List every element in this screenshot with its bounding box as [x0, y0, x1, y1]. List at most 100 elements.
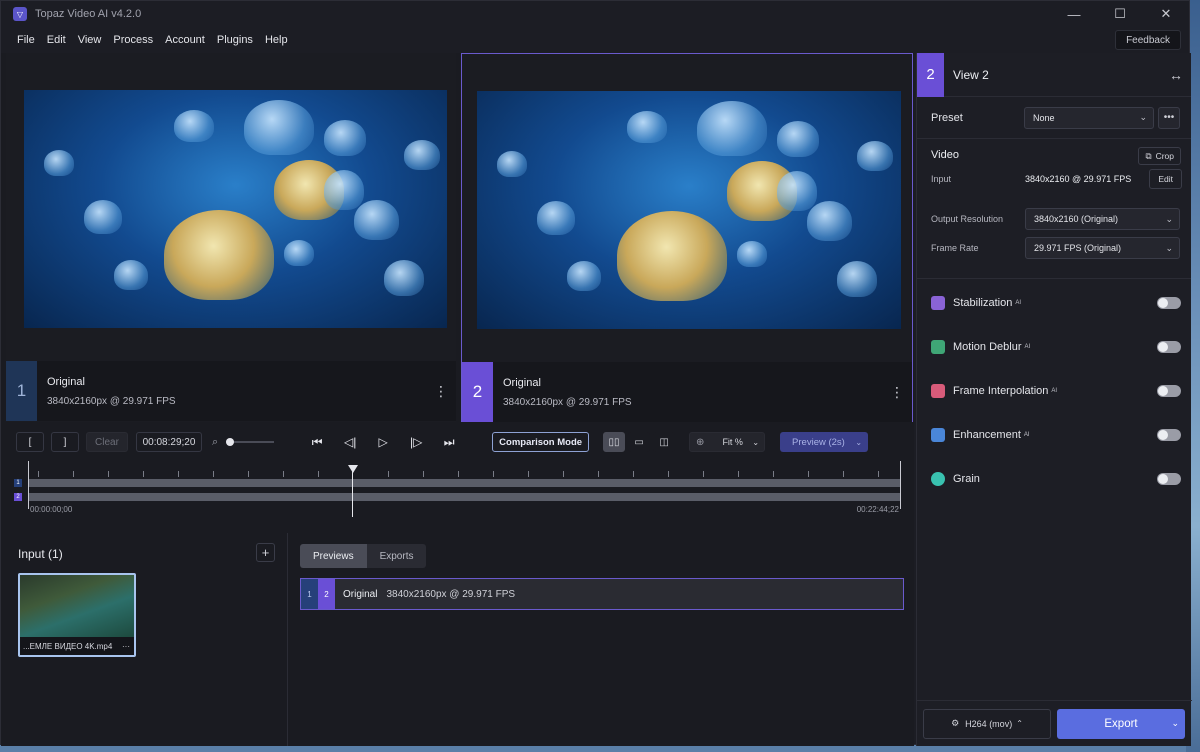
preview-row[interactable]: 1 2 Original 3840x2160px @ 29.971 FPS: [300, 578, 904, 610]
chevron-down-icon: ⌄: [855, 437, 863, 447]
chevron-down-icon: ⌄: [1139, 112, 1147, 122]
grain-toggle[interactable]: [1157, 473, 1181, 485]
thumbnail-image: [20, 575, 134, 637]
tab-exports[interactable]: Exports: [366, 544, 427, 568]
viewer-2[interactable]: 2 Original 3840x2160px @ 29.971 FPS ⋮: [461, 53, 913, 422]
chevron-down-icon: ⌄: [1165, 213, 1173, 224]
app-logo-icon: ▽: [13, 7, 27, 21]
add-input-button[interactable]: +: [256, 543, 275, 562]
timeline-end-marker: [900, 461, 901, 509]
menu-bar: File Edit View Process Account Plugins H…: [1, 27, 1189, 53]
timeline-start-marker: [28, 461, 29, 509]
motion-deblur-toggle[interactable]: [1157, 341, 1181, 353]
menu-process[interactable]: Process: [107, 34, 159, 46]
slider-handle[interactable]: [226, 438, 235, 446]
timeline-track: [28, 471, 901, 487]
ai-badge: AI: [1051, 388, 1058, 394]
feature-grain: Grain: [931, 469, 1181, 489]
view-name-2: Original: [503, 376, 541, 389]
file-more-button[interactable]: ···: [122, 642, 130, 651]
edit-input-button[interactable]: Edit: [1149, 169, 1182, 189]
track-1-label: 1: [14, 479, 22, 487]
output-resolution-dropdown[interactable]: 3840x2160 (Original) ⌄: [1025, 208, 1180, 230]
comparison-mode-button[interactable]: Comparison Mode: [492, 432, 590, 452]
zoom-dropdown[interactable]: ⊕ Fit % ⌄: [689, 432, 766, 452]
enhancement-toggle[interactable]: [1157, 429, 1181, 441]
stabilization-toggle[interactable]: [1157, 297, 1181, 309]
timeline[interactable]: 1 2 00:00:00;00 00:22:44;22: [11, 461, 901, 521]
grain-icon: [931, 472, 945, 486]
frame-interpolation-toggle[interactable]: [1157, 385, 1181, 397]
close-button[interactable]: ✕: [1143, 1, 1189, 27]
chevron-up-icon: ⌃: [1016, 719, 1023, 728]
track-2-label: 2: [14, 493, 22, 501]
mark-out-button[interactable]: ]: [51, 432, 79, 452]
timecode-field[interactable]: 00:08:29;20: [136, 432, 202, 452]
tab-previews[interactable]: Previews: [300, 544, 367, 568]
crop-button[interactable]: ⧉ Crop: [1138, 147, 1181, 165]
preview-meta: 3840x2160px @ 29.971 FPS: [386, 588, 516, 600]
view-name-1: Original: [47, 375, 85, 388]
view-2-menu-icon[interactable]: ⋮: [890, 385, 904, 399]
skip-start-icon[interactable]: ⏮: [304, 435, 330, 450]
motion-deblur-label: Motion Deblur: [953, 341, 1022, 353]
layout-single-icon[interactable]: ▭: [628, 432, 651, 452]
feedback-button[interactable]: Feedback: [1115, 30, 1181, 50]
ai-badge: AI: [1024, 344, 1031, 350]
frame-rate-dropdown[interactable]: 29.971 FPS (Original) ⌄: [1025, 237, 1180, 259]
video-section: Video ⧉ Crop Input 3840x2160 @ 29.971 FP…: [917, 139, 1191, 279]
codec-label: H264 (mov): [965, 718, 1013, 729]
output-resolution-row: Output Resolution 3840x2160 (Original) ⌄: [931, 208, 1182, 230]
frame-rate-label: Frame Rate: [931, 243, 979, 253]
zoom-search-icon: ⌕: [212, 435, 219, 448]
viewer-2-label: 2 Original 3840x2160px @ 29.971 FPS ⋮: [462, 362, 912, 422]
layout-split-icon[interactable]: ◫: [653, 432, 676, 452]
step-back-icon[interactable]: ◁|: [337, 435, 363, 449]
enhancement-icon: [931, 428, 945, 442]
playhead-handle[interactable]: [348, 465, 358, 473]
feature-motion-deblur: Motion Deblur AI: [931, 337, 1181, 357]
chevron-down-icon[interactable]: ⌄: [1171, 718, 1179, 729]
skip-end-icon[interactable]: ⏭: [436, 435, 462, 450]
view-number-badge: 2: [917, 52, 944, 97]
menu-account[interactable]: Account: [159, 34, 211, 46]
menu-edit[interactable]: Edit: [41, 34, 72, 46]
zoom-icon: ⊕: [696, 436, 705, 448]
viewer-1[interactable]: 1 Original 3840x2160px @ 29.971 FPS ⋮: [6, 53, 456, 422]
previews-tabs: Previews Exports: [300, 544, 427, 568]
enhancement-label: Enhancement: [953, 429, 1021, 441]
minimize-button[interactable]: —: [1051, 1, 1097, 27]
input-file-thumbnail[interactable]: ...ЕМЛЕ ВИДЕО 4K.mp4 ···: [18, 573, 136, 657]
preset-row: Preset None ⌄ •••: [917, 97, 1191, 139]
view-title: View 2: [953, 67, 989, 82]
window-title: Topaz Video AI v4.2.0: [35, 8, 142, 20]
maximize-button[interactable]: ☐: [1097, 1, 1143, 27]
playback-controls: [ ] Clear 00:08:29;20 ⌕ ⏮ ◁| ▷ |▷ ⏭ Comp…: [6, 425, 911, 459]
stabilization-label: Stabilization: [953, 297, 1013, 309]
step-forward-icon[interactable]: |▷: [403, 435, 429, 449]
layout-side-by-side-icon[interactable]: ▯▯: [603, 432, 626, 452]
settings-panel: 2 View 2 ↔ Preset None ⌄ ••• Video ⧉ Cro…: [916, 52, 1192, 746]
zoom-value: Fit %: [722, 437, 743, 447]
preview-button[interactable]: Preview (2s) ⌄: [780, 432, 869, 452]
menu-help[interactable]: Help: [259, 34, 294, 46]
timeline-track-2: [28, 493, 901, 501]
view-1-menu-icon[interactable]: ⋮: [434, 384, 448, 398]
expand-icon[interactable]: ↔: [1169, 67, 1183, 83]
play-icon[interactable]: ▷: [370, 435, 396, 449]
menu-view[interactable]: View: [72, 34, 108, 46]
menu-plugins[interactable]: Plugins: [211, 34, 259, 46]
mark-in-button[interactable]: [: [16, 432, 44, 452]
viewer-1-label: 1 Original 3840x2160px @ 29.971 FPS ⋮: [6, 361, 456, 421]
menu-file[interactable]: File: [11, 34, 41, 46]
preset-more-button[interactable]: •••: [1158, 106, 1180, 129]
timeline-zoom-slider[interactable]: [226, 438, 275, 446]
codec-button[interactable]: ⚙ H264 (mov) ⌃: [923, 708, 1051, 739]
settings-header: 2 View 2 ↔: [917, 52, 1191, 97]
export-button[interactable]: Export ⌄: [1057, 708, 1185, 739]
input-label: Input: [931, 174, 952, 184]
preset-dropdown[interactable]: None ⌄: [1024, 106, 1154, 129]
input-value: 3840x2160 @ 29.971 FPS: [1025, 174, 1132, 184]
title-bar: ▽ Topaz Video AI v4.2.0 — ☐ ✕: [1, 1, 1189, 27]
clear-button[interactable]: Clear: [86, 432, 128, 452]
